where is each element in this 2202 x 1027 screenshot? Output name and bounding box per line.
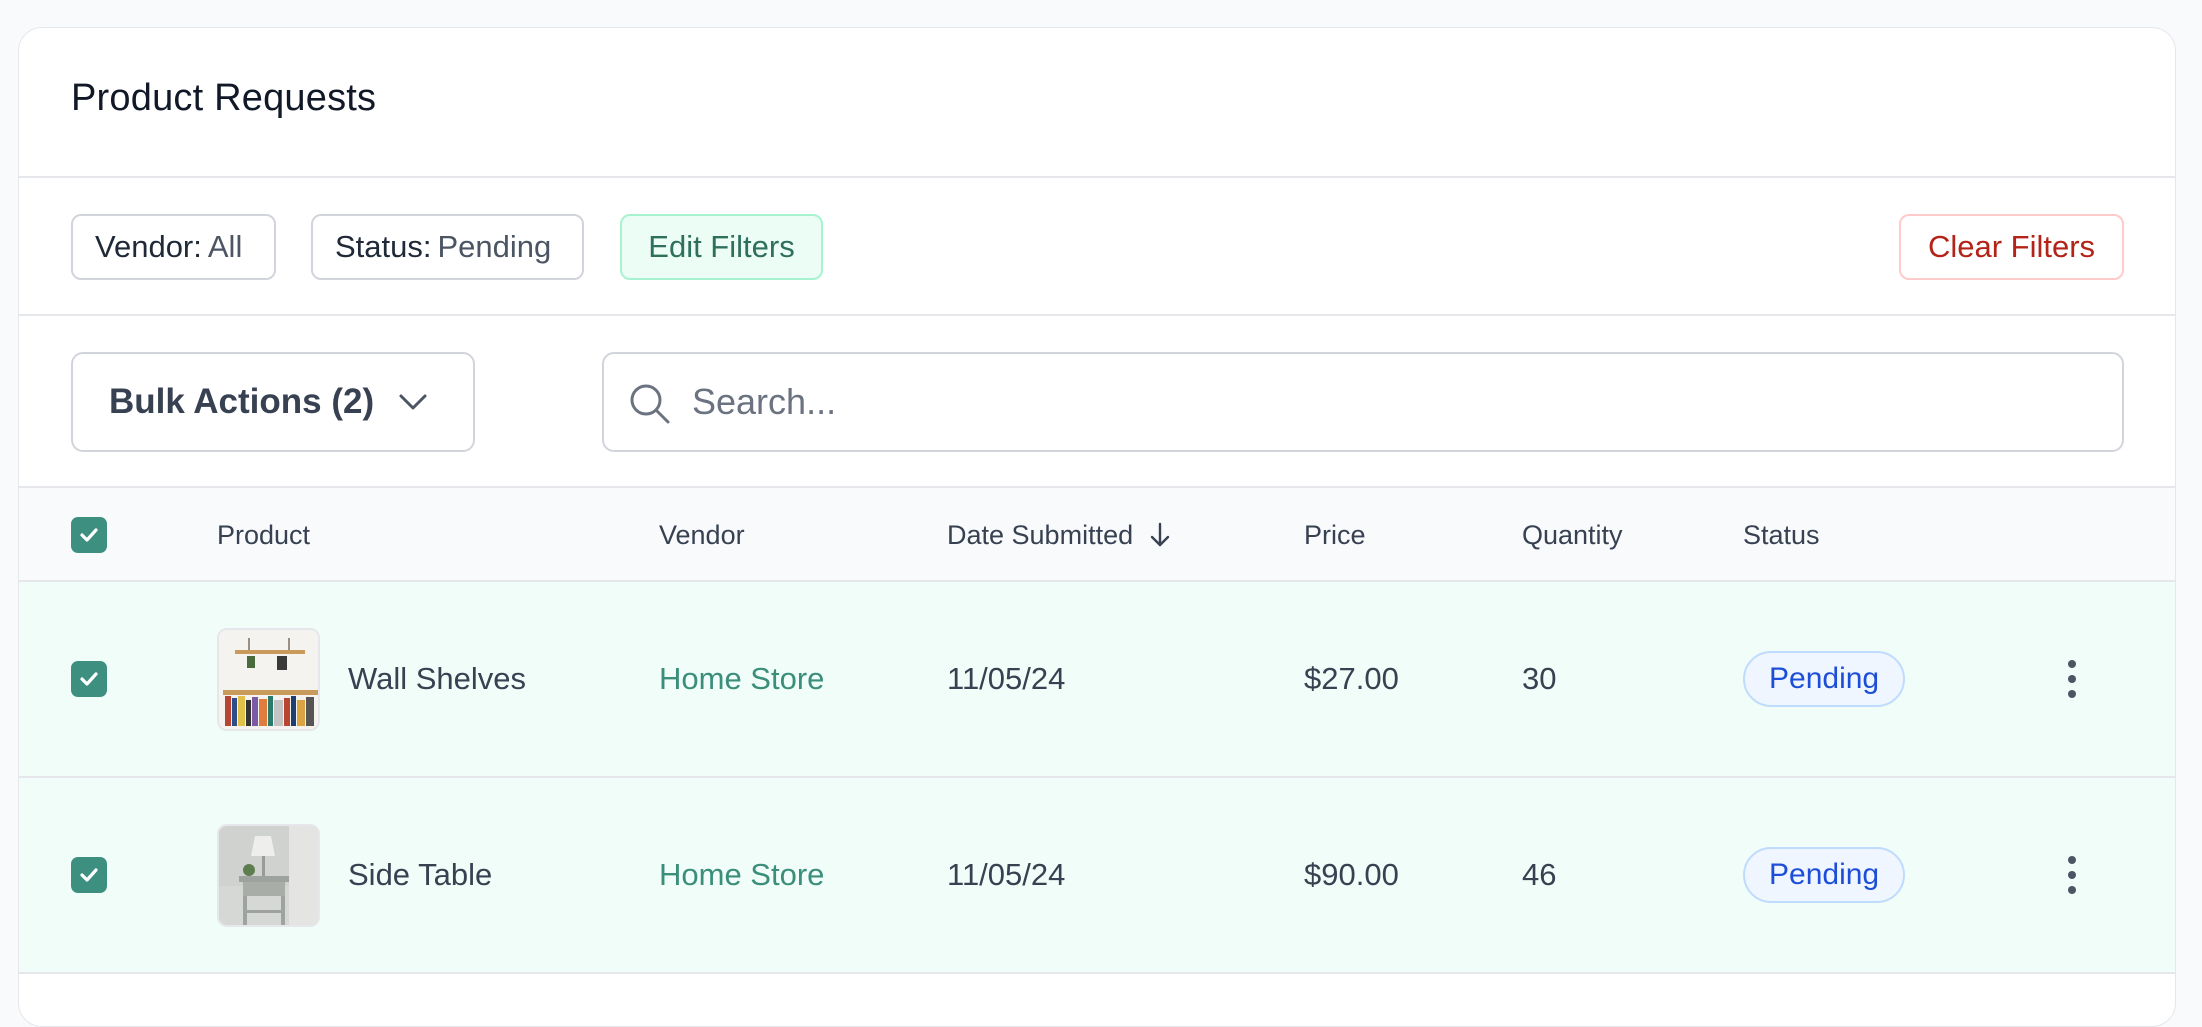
- check-icon: [80, 868, 98, 882]
- row-select-cell: [71, 778, 107, 972]
- side-table-image: [219, 825, 318, 925]
- row-actions-cell: [2052, 582, 2092, 776]
- select-all-cell: [71, 488, 107, 582]
- product-cell: Wall Shelves: [217, 582, 526, 776]
- vendor-link[interactable]: Home Store: [659, 582, 824, 776]
- table-row[interactable]: Side Table Home Store 11/05/24 $90.00 46…: [19, 778, 2175, 974]
- status-badge: Pending: [1743, 847, 1906, 903]
- vendor-link[interactable]: Home Store: [659, 778, 824, 972]
- check-icon: [80, 672, 98, 686]
- card-header: Product Requests: [19, 28, 2175, 178]
- table-row[interactable]: Wall Shelves Home Store 11/05/24 $27.00 …: [19, 582, 2175, 778]
- check-icon: [80, 528, 98, 542]
- clear-filters-button[interactable]: Clear Filters: [1899, 214, 2124, 280]
- column-header-price[interactable]: Price: [1304, 488, 1366, 582]
- quantity: 30: [1522, 661, 1557, 696]
- status-filter-chip[interactable]: Status: Pending: [311, 214, 584, 280]
- vendor-filter-key: Vendor:: [95, 229, 202, 264]
- table-header: Product Vendor Date Submitted Price Quan…: [19, 488, 2175, 582]
- bulk-actions-dropdown[interactable]: Bulk Actions (2): [71, 352, 475, 452]
- product-thumbnail: [217, 627, 320, 731]
- status-badge: Pending: [1743, 651, 1906, 707]
- search-icon: [630, 384, 670, 424]
- column-header-product[interactable]: Product: [217, 488, 310, 582]
- price: $27.00: [1304, 661, 1399, 696]
- select-all-checkbox[interactable]: [71, 517, 107, 553]
- search-input[interactable]: [692, 381, 2092, 423]
- row-checkbox[interactable]: [71, 857, 107, 893]
- product-cell: Side Table: [217, 778, 492, 972]
- column-header-date-submitted[interactable]: Date Submitted: [947, 488, 1171, 582]
- search-box[interactable]: [602, 352, 2124, 452]
- date-submitted: 11/05/24: [947, 661, 1066, 696]
- filter-bar: Vendor: All Status: Pending Edit Filters…: [19, 178, 2175, 316]
- column-header-date-label: Date Submitted: [947, 519, 1134, 550]
- product-requests-card: Product Requests Vendor: All Status: Pen…: [18, 27, 2176, 1027]
- row-actions-cell: [2052, 778, 2092, 972]
- arrow-down-icon: [1150, 522, 1170, 547]
- date-submitted: 11/05/24: [947, 857, 1066, 892]
- column-header-vendor[interactable]: Vendor: [659, 488, 745, 582]
- vendor-filter-chip[interactable]: Vendor: All: [71, 214, 276, 280]
- wall-shelves-image: [219, 629, 318, 729]
- vendor-filter-value: All: [207, 229, 243, 264]
- table-toolbar: Bulk Actions (2): [19, 316, 2175, 488]
- quantity: 46: [1522, 857, 1557, 892]
- more-vertical-icon[interactable]: [2052, 649, 2092, 709]
- status-cell: Pending: [1743, 582, 1906, 776]
- page-title: Product Requests: [71, 76, 377, 119]
- product-name: Wall Shelves: [348, 661, 527, 696]
- status-filter-key: Status:: [335, 229, 432, 264]
- column-header-status[interactable]: Status: [1743, 488, 1820, 582]
- row-select-cell: [71, 582, 107, 776]
- column-header-quantity[interactable]: Quantity: [1522, 488, 1623, 582]
- bulk-actions-label: Bulk Actions (2): [109, 382, 375, 421]
- more-vertical-icon[interactable]: [2052, 845, 2092, 905]
- price: $90.00: [1304, 857, 1399, 892]
- product-thumbnail: [217, 823, 320, 927]
- product-name: Side Table: [348, 857, 493, 892]
- chevron-down-icon: [399, 394, 427, 410]
- status-filter-value: Pending: [437, 229, 552, 264]
- status-cell: Pending: [1743, 778, 1906, 972]
- edit-filters-button[interactable]: Edit Filters: [620, 214, 823, 280]
- row-checkbox[interactable]: [71, 661, 107, 697]
